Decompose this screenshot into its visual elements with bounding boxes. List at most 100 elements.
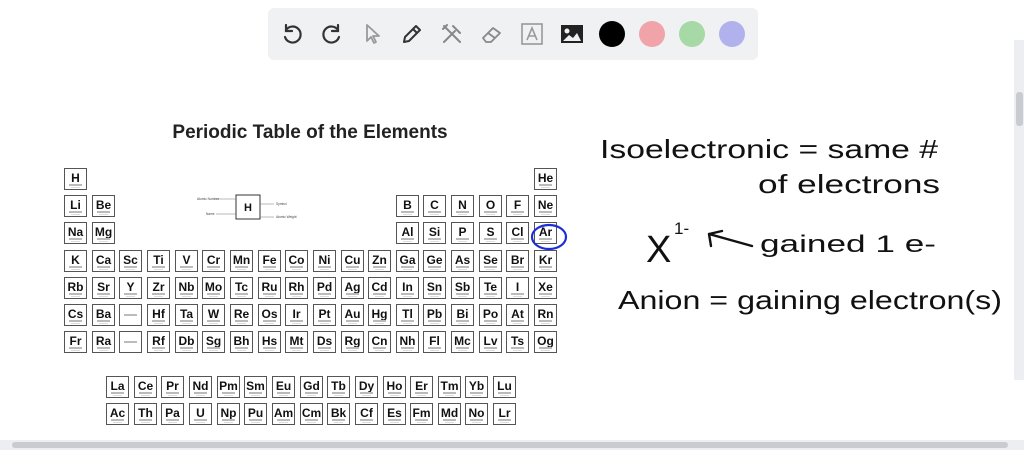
- element-cell-cl: Cl: [506, 222, 529, 244]
- element-name-placeholder: [152, 347, 165, 349]
- element-cell-li: Li: [64, 195, 87, 217]
- series-placeholder-mark: [124, 341, 137, 343]
- element-name-placeholder: [470, 392, 483, 394]
- series-placeholder-cell: [119, 304, 142, 326]
- element-weight-placeholder: [403, 241, 412, 242]
- element-weight-placeholder: [279, 395, 288, 396]
- element-weight-placeholder: [99, 241, 108, 242]
- element-cell-np: Np: [217, 403, 240, 425]
- element-cell-fe: Fe: [258, 250, 281, 272]
- element-cell-og: Og: [534, 331, 557, 353]
- element-name-placeholder: [180, 293, 193, 295]
- element-cell-lu: Lu: [493, 376, 516, 398]
- element-name-placeholder: [194, 392, 207, 394]
- element-cell-al: Al: [396, 222, 419, 244]
- element-weight-placeholder: [430, 269, 439, 270]
- element-cell-fr: Fr: [64, 331, 87, 353]
- element-name-placeholder: [511, 347, 524, 349]
- element-cell-eu: Eu: [272, 376, 295, 398]
- element-name-placeholder: [511, 293, 524, 295]
- element-cell-cm: Cm: [300, 403, 323, 425]
- element-name-placeholder: [290, 320, 303, 322]
- element-cell-re: Re: [230, 304, 253, 326]
- element-weight-placeholder: [403, 214, 412, 215]
- text-icon[interactable]: [512, 8, 552, 60]
- element-cell-rf: Rf: [147, 331, 170, 353]
- element-cell-th: Th: [134, 403, 157, 425]
- element-name-placeholder: [152, 320, 165, 322]
- element-weight-placeholder: [375, 296, 384, 297]
- element-cell-zr: Zr: [147, 277, 170, 299]
- element-weight-placeholder: [458, 296, 467, 297]
- element-weight-placeholder: [486, 323, 495, 324]
- element-weight-placeholder: [182, 323, 191, 324]
- element-cell-b: B: [396, 195, 419, 217]
- redo-icon[interactable]: [312, 8, 352, 60]
- element-weight-placeholder: [458, 323, 467, 324]
- element-name-placeholder: [166, 392, 179, 394]
- element-weight-placeholder: [182, 269, 191, 270]
- color-swatch-black[interactable]: [599, 21, 625, 47]
- element-cell-gd: Gd: [300, 376, 323, 398]
- pointer-icon[interactable]: [352, 8, 392, 60]
- element-cell-k: K: [64, 250, 87, 272]
- element-cell-tc: Tc: [230, 277, 253, 299]
- color-swatch-purple[interactable]: [719, 21, 745, 47]
- element-name-placeholder: [484, 347, 497, 349]
- element-name-placeholder: [69, 293, 82, 295]
- image-icon[interactable]: [552, 8, 592, 60]
- element-cell-au: Au: [341, 304, 364, 326]
- element-name-placeholder: [69, 320, 82, 322]
- element-name-placeholder: [180, 347, 193, 349]
- element-weight-placeholder: [265, 323, 274, 324]
- horizontal-scrollbar[interactable]: [0, 440, 1024, 450]
- element-name-placeholder: [124, 293, 137, 295]
- color-swatch-pink[interactable]: [639, 21, 665, 47]
- horizontal-scrollbar-thumb[interactable]: [12, 442, 1008, 448]
- element-cell-lv: Lv: [479, 331, 502, 353]
- element-weight-placeholder: [320, 350, 329, 351]
- element-cell-sm: Sm: [244, 376, 267, 398]
- element-weight-placeholder: [196, 395, 205, 396]
- element-weight-placeholder: [71, 350, 80, 351]
- element-name-placeholder: [235, 266, 248, 268]
- element-cell-as: As: [451, 250, 474, 272]
- element-name-placeholder: [194, 419, 207, 421]
- element-weight-placeholder: [403, 269, 412, 270]
- element-cell-ga: Ga: [396, 250, 419, 272]
- element-name-placeholder: [346, 266, 359, 268]
- element-name-placeholder: [207, 347, 220, 349]
- element-cell-se: Se: [479, 250, 502, 272]
- element-cell-tm: Tm: [438, 376, 461, 398]
- element-name-placeholder: [539, 293, 552, 295]
- element-name-placeholder: [235, 347, 248, 349]
- color-swatch-green[interactable]: [679, 21, 705, 47]
- element-cell-am: Am: [272, 403, 295, 425]
- element-cell-ir: Ir: [285, 304, 308, 326]
- element-cell-s: S: [479, 222, 502, 244]
- element-cell-ru: Ru: [258, 277, 281, 299]
- undo-icon[interactable]: [272, 8, 312, 60]
- element-name-placeholder: [456, 347, 469, 349]
- element-name-placeholder: [428, 293, 441, 295]
- element-weight-placeholder: [513, 241, 522, 242]
- element-cell-fm: Fm: [410, 403, 433, 425]
- element-name-placeholder: [207, 320, 220, 322]
- tools-icon[interactable]: [432, 8, 472, 60]
- legend-label-atomic-number: Atomic Number: [197, 197, 220, 201]
- element-name-placeholder: [318, 293, 331, 295]
- element-name-placeholder: [97, 211, 110, 213]
- element-weight-placeholder: [237, 296, 246, 297]
- element-cell-ta: Ta: [175, 304, 198, 326]
- element-cell-rg: Rg: [341, 331, 364, 353]
- element-cell-ac: Ac: [106, 403, 129, 425]
- element-weight-placeholder: [458, 214, 467, 215]
- element-weight-placeholder: [348, 350, 357, 351]
- element-weight-placeholder: [99, 269, 108, 270]
- legend-label-symbol: Symbol: [276, 202, 287, 206]
- element-cell-ti: Ti: [147, 250, 170, 272]
- element-weight-placeholder: [541, 187, 550, 188]
- pen-icon[interactable]: [392, 8, 432, 60]
- element-name-placeholder: [318, 320, 331, 322]
- eraser-icon[interactable]: [472, 8, 512, 60]
